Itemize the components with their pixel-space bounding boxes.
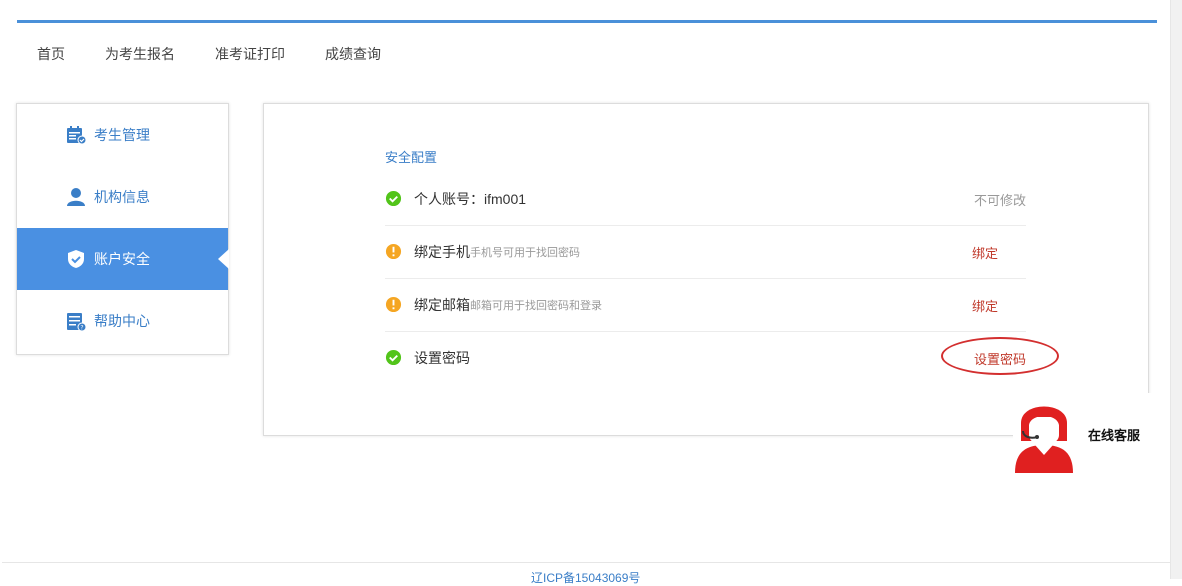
shield-check-icon xyxy=(66,249,86,269)
nav-score-query[interactable]: 成绩查询 xyxy=(325,44,381,64)
check-circle-icon xyxy=(385,349,403,367)
row-hint: 手机号可用于找回密码 xyxy=(470,247,580,259)
nav-print-admission[interactable]: 准考证打印 xyxy=(215,44,285,64)
row-label: 设置密码 xyxy=(414,350,470,366)
row-label: 个人账号：ifm001 xyxy=(414,191,527,207)
customer-service-agent-icon xyxy=(1013,393,1077,473)
warning-circle-icon xyxy=(385,296,403,314)
section-title: 安全配置 xyxy=(385,150,438,165)
nav-home[interactable]: 首页 xyxy=(37,44,65,64)
row-label: 绑定手机 xyxy=(414,244,470,260)
highlight-circle-annotation xyxy=(940,336,1059,375)
sidebar-item-help-center[interactable]: ? 帮助中心 xyxy=(17,290,228,352)
security-row-account: 个人账号：ifm001 不可修改 xyxy=(385,173,1026,226)
check-circle-icon xyxy=(385,190,403,208)
top-nav: 首页 为考生报名 准考证打印 成绩查询 xyxy=(37,44,421,64)
help-doc-icon: ? xyxy=(66,311,86,331)
security-row-phone: 绑定手机 手机号可用于找回密码 绑定 xyxy=(385,226,1026,279)
bind-email-link[interactable]: 绑定 xyxy=(972,296,998,315)
sidebar: 考生管理 机构信息 账户安全 ? 帮助中心 xyxy=(16,103,229,355)
sidebar-item-label: 考生管理 xyxy=(94,127,150,143)
nav-register-candidate[interactable]: 为考生报名 xyxy=(105,44,175,64)
online-customer-service[interactable]: 在线客服 xyxy=(1013,393,1153,475)
bind-phone-link[interactable]: 绑定 xyxy=(972,243,998,262)
warning-circle-icon xyxy=(385,243,403,261)
header-accent-line xyxy=(17,20,1157,23)
row-action-readonly: 不可修改 xyxy=(973,192,1026,208)
sidebar-item-account-security[interactable]: 账户安全 xyxy=(17,228,229,290)
security-row-password: 设置密码 设置密码 xyxy=(385,332,1059,384)
sidebar-item-label: 帮助中心 xyxy=(94,313,150,329)
calendar-user-icon xyxy=(66,125,86,145)
sidebar-item-label: 账户安全 xyxy=(94,251,150,267)
customer-service-label: 在线客服 xyxy=(1088,428,1141,443)
user-icon xyxy=(66,187,86,207)
security-panel: 安全配置 个人账号：ifm001 不可修改 绑定手机 手机号可用于找回密码 绑定… xyxy=(263,103,1149,436)
sidebar-item-candidate-management[interactable]: 考生管理 xyxy=(17,104,228,166)
set-password-link[interactable]: 设置密码 xyxy=(940,336,1059,375)
sidebar-item-org-info[interactable]: 机构信息 xyxy=(17,166,228,228)
vertical-scrollbar[interactable] xyxy=(1170,0,1182,579)
footer: 辽ICP备15043069号 xyxy=(2,562,1170,585)
row-hint: 邮箱可用于找回密码和登录 xyxy=(470,300,602,312)
row-label: 绑定邮箱 xyxy=(414,297,470,313)
sidebar-item-label: 机构信息 xyxy=(94,189,150,205)
icp-record-link[interactable]: 辽ICP备15043069号 xyxy=(531,569,640,586)
svg-text:?: ? xyxy=(80,325,83,332)
security-row-email: 绑定邮箱 邮箱可用于找回密码和登录 绑定 xyxy=(385,279,1026,332)
